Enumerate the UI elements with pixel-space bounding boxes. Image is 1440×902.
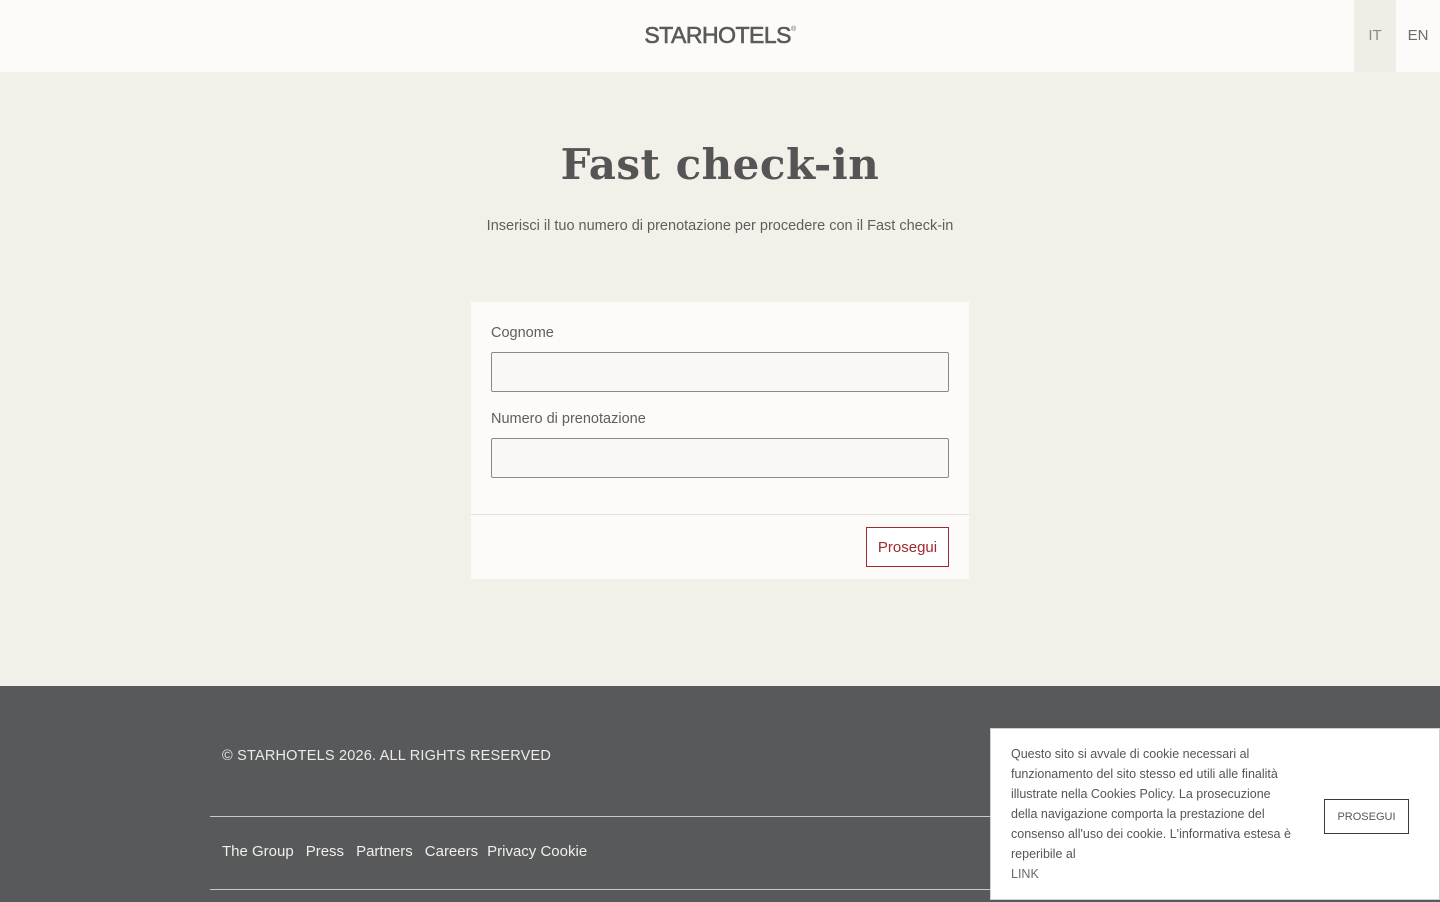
checkin-form: Cognome Numero di prenotazione Prosegui <box>471 302 969 579</box>
page-subtitle: Inserisci il tuo numero di prenotazione … <box>486 218 954 234</box>
starhotels-logo[interactable]: STARHOTELS® <box>0 22 1440 49</box>
cookie-policy-link[interactable]: LINK <box>1011 864 1039 884</box>
site-header: STARHOTELS® IT EN <box>0 0 1440 72</box>
logo-registered-mark: ® <box>790 26 796 33</box>
form-divider <box>471 514 969 515</box>
booking-number-label: Numero di prenotazione <box>491 411 646 427</box>
copyright-text: © STARHOTELS 2026. ALL RIGHTS RESERVED <box>222 748 552 764</box>
cookie-accept-button[interactable]: PROSEGUI <box>1324 799 1409 834</box>
cookie-banner: Questo sito si avvale di cookie necessar… <box>990 728 1440 900</box>
footer-link-privacy-cookie[interactable]: Privacy Cookie <box>487 843 587 860</box>
surname-label: Cognome <box>491 325 554 341</box>
continue-button[interactable]: Prosegui <box>866 527 949 567</box>
surname-input[interactable] <box>491 352 949 392</box>
footer-link-careers[interactable]: Careers <box>425 843 478 860</box>
footer-links: The Group Press Partners Careers Privacy… <box>222 843 587 860</box>
language-en-button[interactable]: EN <box>1396 0 1440 72</box>
footer-link-the-group[interactable]: The Group <box>222 843 294 860</box>
cookie-banner-text: Questo sito si avvale di cookie necessar… <box>1011 747 1291 861</box>
footer-link-press[interactable]: Press <box>306 843 344 860</box>
page-title: Fast check-in <box>560 140 880 189</box>
logo-text: STARHOTELS <box>644 22 792 49</box>
footer-link-partners[interactable]: Partners <box>356 843 413 860</box>
language-it-button[interactable]: IT <box>1354 0 1396 72</box>
booking-number-input[interactable] <box>491 438 949 478</box>
